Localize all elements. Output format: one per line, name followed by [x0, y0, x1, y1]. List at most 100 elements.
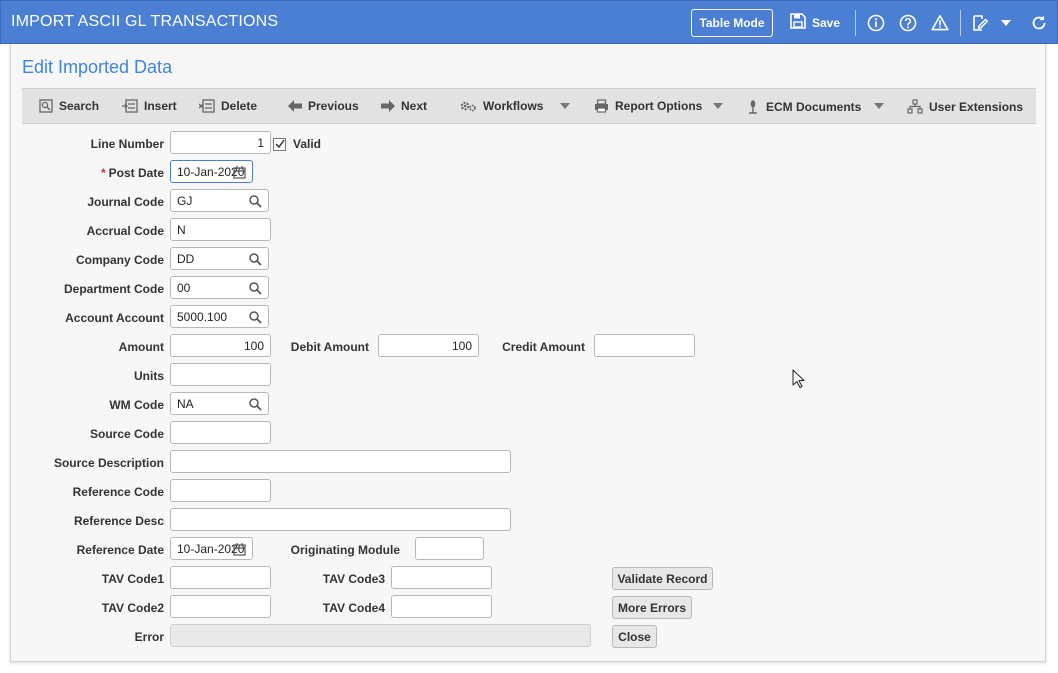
- arrow-left-icon: [288, 100, 302, 112]
- company-code-label: Company Code: [75, 253, 164, 267]
- reference-code-field[interactable]: [170, 479, 271, 502]
- line-number-value: 1: [257, 135, 264, 150]
- title-divider: [960, 10, 961, 36]
- tav-code1-label: TAV Code1: [101, 572, 164, 586]
- insert-button[interactable]: Insert: [122, 99, 177, 113]
- warning-icon[interactable]: [930, 13, 950, 33]
- wm-code-field[interactable]: NA: [170, 392, 269, 415]
- accrual-code-value: N: [177, 222, 186, 237]
- tav-code4-label: TAV Code4: [322, 601, 385, 615]
- tav-code2-field[interactable]: [170, 595, 271, 618]
- insert-icon: [122, 99, 138, 113]
- reference-date-label: Reference Date: [76, 543, 164, 557]
- reference-date-field[interactable]: 10-Jan-2020: [170, 537, 253, 560]
- app-title: IMPORT ASCII GL TRANSACTIONS: [11, 13, 279, 30]
- company-code-value: DD: [177, 251, 195, 266]
- accrual-code-field[interactable]: N: [170, 218, 271, 241]
- report-options-button[interactable]: Report Options: [594, 99, 702, 113]
- source-description-field[interactable]: [170, 450, 511, 473]
- delete-button[interactable]: Delete: [199, 99, 257, 113]
- originating-module-field[interactable]: [415, 537, 484, 560]
- page-title: Edit Imported Data: [22, 57, 173, 77]
- line-number-label: Line Number: [90, 137, 164, 151]
- account-account-field[interactable]: 5000.100: [170, 305, 269, 328]
- accrual-code-label: Accrual Code: [86, 224, 164, 238]
- units-label: Units: [134, 369, 164, 383]
- search-button[interactable]: Search: [39, 99, 99, 113]
- department-code-label: Department Code: [63, 282, 164, 296]
- next-button[interactable]: Next: [381, 99, 427, 113]
- close-button[interactable]: Close: [612, 625, 657, 648]
- save-button[interactable]: Save: [790, 13, 840, 32]
- refresh-icon[interactable]: [1029, 13, 1049, 33]
- report-options-label: Report Options: [615, 99, 703, 113]
- edit-notes-icon[interactable]: [970, 13, 990, 33]
- post-date-label-text: Post Date: [108, 166, 164, 180]
- insert-label: Insert: [144, 99, 177, 113]
- hierarchy-icon: [907, 99, 923, 114]
- debit-amount-label: Debit Amount: [290, 340, 369, 354]
- department-code-value: 00: [177, 280, 191, 295]
- printer-icon: [594, 99, 609, 113]
- more-errors-button[interactable]: More Errors: [612, 596, 692, 619]
- valid-checkbox[interactable]: [273, 138, 286, 151]
- debit-amount-value: 100: [451, 338, 472, 353]
- previous-label: Previous: [308, 99, 359, 113]
- search-icon[interactable]: [249, 311, 262, 327]
- source-code-label: Source Code: [89, 427, 164, 441]
- company-code-field[interactable]: DD: [170, 247, 269, 270]
- ecm-documents-button[interactable]: ECM Documents: [746, 99, 861, 114]
- search-icon[interactable]: [249, 282, 262, 298]
- amount-label: Amount: [118, 340, 164, 354]
- table-mode-button[interactable]: Table Mode: [691, 9, 773, 37]
- account-account-value: 5000.100: [177, 309, 228, 324]
- tav-code3-field[interactable]: [391, 566, 492, 589]
- source-description-label: Source Description: [53, 456, 164, 470]
- title-bar: IMPORT ASCII GL TRANSACTIONS Table Mode …: [0, 0, 1058, 44]
- source-code-field[interactable]: [170, 421, 271, 444]
- tav-code4-field[interactable]: [391, 595, 492, 618]
- search-icon[interactable]: [249, 398, 262, 414]
- validate-record-button[interactable]: Validate Record: [612, 567, 713, 590]
- chevron-down-icon[interactable]: [996, 13, 1016, 33]
- amount-field[interactable]: 100: [170, 334, 271, 357]
- reference-desc-field[interactable]: [170, 508, 511, 531]
- calendar-icon[interactable]: [233, 542, 246, 559]
- ecm-documents-dropdown-icon[interactable]: [874, 103, 884, 109]
- ecm-documents-label: ECM Documents: [766, 99, 862, 114]
- journal-code-field[interactable]: GJ: [170, 189, 269, 212]
- workflows-label: Workflows: [483, 99, 544, 113]
- error-label: Error: [134, 630, 164, 644]
- previous-button[interactable]: Previous: [288, 99, 359, 113]
- calendar-icon[interactable]: [233, 165, 246, 182]
- workflows-dropdown-icon[interactable]: [560, 103, 570, 109]
- search-icon[interactable]: [249, 253, 262, 269]
- action-toolbar: Search Insert Delete Previous Next Workf…: [22, 88, 1036, 124]
- next-label: Next: [401, 99, 428, 113]
- account-account-label: Account Account: [65, 311, 164, 325]
- search-icon[interactable]: [249, 195, 262, 211]
- required-marker: *: [100, 166, 106, 180]
- edit-panel: Edit Imported Data Search Insert Delete …: [10, 44, 1046, 662]
- valid-label: Valid: [293, 137, 322, 151]
- post-date-field[interactable]: 10-Jan-2020: [170, 160, 253, 183]
- tav-code1-field[interactable]: [170, 566, 271, 589]
- department-code-field[interactable]: 00: [170, 276, 269, 299]
- units-field[interactable]: [170, 363, 271, 386]
- journal-code-label: Journal Code: [87, 195, 164, 209]
- save-icon: [790, 13, 806, 32]
- user-extensions-label: User Extensions: [929, 99, 1024, 114]
- info-icon[interactable]: [866, 13, 886, 33]
- workflows-button[interactable]: Workflows: [459, 99, 543, 113]
- user-extensions-button[interactable]: User Extensions: [907, 99, 1023, 114]
- help-icon[interactable]: [898, 13, 918, 33]
- delete-icon: [199, 99, 215, 113]
- line-number-field[interactable]: 1: [170, 131, 271, 154]
- search-icon: [39, 99, 53, 113]
- arrow-right-icon: [381, 100, 395, 112]
- mouse-pointer-icon: [792, 369, 806, 394]
- credit-amount-field[interactable]: [594, 334, 695, 357]
- originating-module-label: Originating Module: [290, 543, 400, 557]
- debit-amount-field[interactable]: 100: [378, 334, 479, 357]
- report-options-dropdown-icon[interactable]: [713, 103, 723, 109]
